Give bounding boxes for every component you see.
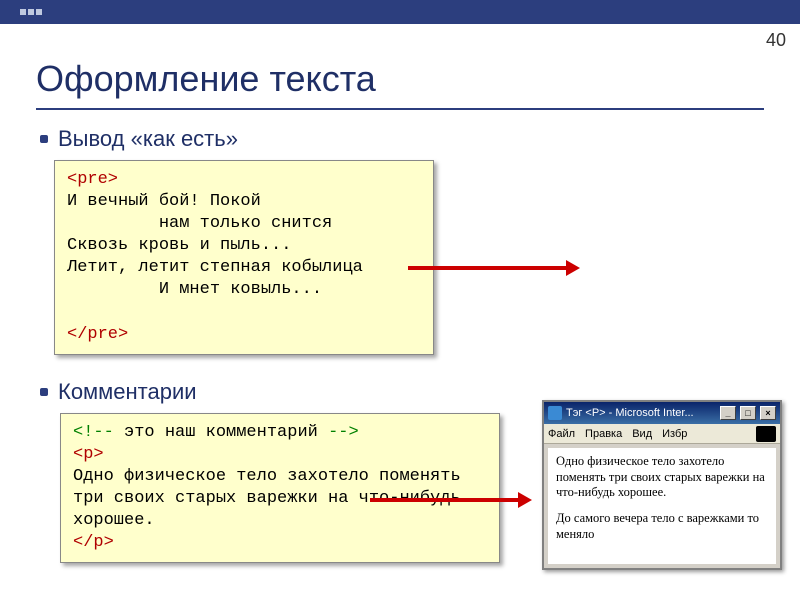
- slide-top-accent: [0, 0, 800, 24]
- ie-icon: [548, 406, 562, 420]
- menu-favorites[interactable]: Избр: [662, 428, 687, 440]
- code-block-pre: <pre> И вечный бой! Покой нам только сни…: [54, 160, 434, 355]
- bullet-label: Комментарии: [58, 379, 197, 405]
- ie-throbber-icon: [756, 426, 776, 442]
- browser-menubar: Файл Правка Вид Избр: [544, 424, 780, 444]
- menu-file[interactable]: Файл: [548, 428, 575, 440]
- bullet-dot-icon: [40, 388, 48, 396]
- page-number: 40: [766, 30, 786, 51]
- pre-open-tag: <pre>: [67, 170, 118, 189]
- rendered-paragraph: До самого вечера тело с варежками то мен…: [556, 511, 768, 542]
- p-close-tag: </p>: [73, 533, 114, 552]
- comment-close: -->: [328, 423, 359, 442]
- close-button[interactable]: ×: [760, 406, 776, 420]
- pre-body: И вечный бой! Покой нам только снится Ск…: [67, 192, 363, 299]
- browser-viewport: Одно физическое тело захотело поменять т…: [548, 448, 776, 564]
- comment-text: это наш комментарий: [114, 423, 328, 442]
- p-open-tag: <p>: [73, 445, 104, 464]
- bullet-label: Вывод «как есть»: [58, 126, 238, 152]
- slide-title: Оформление текста: [36, 58, 764, 100]
- bullet-as-is: Вывод «как есть»: [40, 126, 764, 152]
- browser-title: Тэг <P> - Microsoft Inter...: [566, 407, 716, 419]
- comment-open: <!--: [73, 423, 114, 442]
- pre-close-tag: </pre>: [67, 325, 128, 344]
- browser-window: Тэг <P> - Microsoft Inter... _ □ × Файл …: [542, 400, 782, 570]
- browser-titlebar[interactable]: Тэг <P> - Microsoft Inter... _ □ ×: [544, 402, 780, 424]
- rendered-paragraph: Одно физическое тело захотело поменять т…: [556, 454, 768, 501]
- arrow-icon: [370, 498, 520, 502]
- minimize-button[interactable]: _: [720, 406, 736, 420]
- menu-edit[interactable]: Правка: [585, 428, 622, 440]
- accent-pattern: [20, 9, 42, 15]
- bullet-dot-icon: [40, 135, 48, 143]
- code-block-comment: <!-- это наш комментарий --> <p> Одно фи…: [60, 413, 500, 564]
- menu-view[interactable]: Вид: [632, 428, 652, 440]
- title-underline: [36, 108, 764, 110]
- maximize-button[interactable]: □: [740, 406, 756, 420]
- arrow-icon: [408, 266, 568, 270]
